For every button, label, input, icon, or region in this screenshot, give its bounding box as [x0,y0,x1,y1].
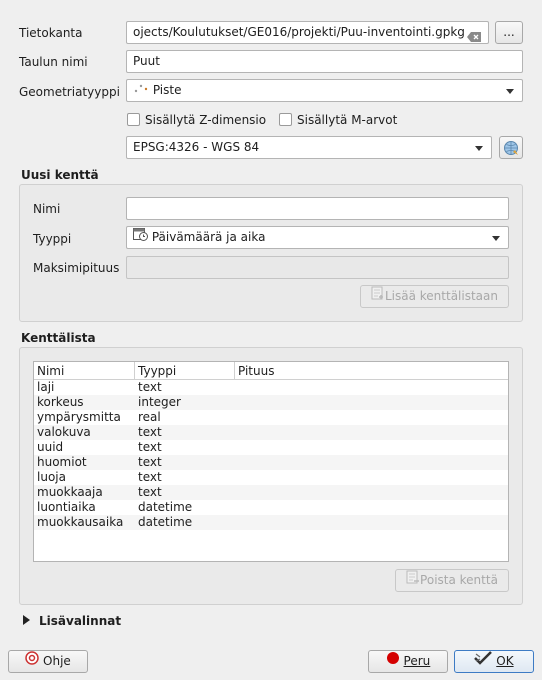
database-path-value: ojects/Koulutukset/GE016/projekti/Puu-in… [133,25,465,39]
cell-name: korkeus [37,395,84,409]
new-field-title: Uusi kenttä [21,168,99,182]
field-type-label: Tyyppi [33,232,72,246]
cell-type: text [138,470,162,484]
crs-value: EPSG:4326 - WGS 84 [133,140,260,154]
table-row[interactable]: valokuva text [34,425,508,440]
advanced-options-label: Lisävalinnat [39,614,122,628]
table-row[interactable]: muokkausaika datetime [34,515,508,530]
table-row[interactable]: uuid text [34,440,508,455]
ok-button[interactable]: OK [454,650,534,673]
chevron-down-icon [506,89,514,94]
help-icon [25,651,39,672]
cell-name: valokuva [37,425,91,439]
geometry-type-combo[interactable]: Piste [126,79,523,102]
include-z-label: Sisällytä Z-dimensio [145,113,267,127]
table-row[interactable]: ympärysmitta real [34,410,508,425]
cancel-label: Peru [403,654,431,668]
table-name-input[interactable]: Puut [126,50,523,73]
crs-selector-button[interactable] [499,136,523,159]
remove-field-icon [406,570,420,591]
table-name-label: Taulun nimi [19,55,88,69]
add-to-field-list-label: Lisää kenttälistaan [384,289,498,303]
database-path-input[interactable]: ojects/Koulutukset/GE016/projekti/Puu-in… [126,21,489,44]
geometry-type-label: Geometriatyyppi [19,85,120,99]
cell-type: text [138,485,162,499]
cancel-button[interactable]: Peru [368,650,448,673]
remove-field-label: Poista kenttä [420,573,498,587]
calendar-clock-icon [133,227,148,248]
cell-name: ympärysmitta [37,410,121,424]
cell-type: text [138,455,162,469]
cell-type: datetime [138,500,193,514]
chevron-down-icon [492,236,500,241]
table-header: Nimi Tyyppi Pituus [34,362,508,380]
field-name-label: Nimi [33,202,61,216]
cell-name: luontiaika [37,500,96,514]
advanced-options-toggle[interactable]: Lisävalinnat [22,614,121,629]
help-button[interactable]: Ohje [8,650,88,673]
cell-type: text [138,425,162,439]
add-to-field-list-button[interactable]: Lisää kenttälistaan [360,285,509,308]
field-type-combo[interactable]: Päivämäärä ja aika [126,226,509,249]
field-list-title: Kenttälista [21,331,96,345]
include-m-label: Sisällytä M-arvot [297,113,398,127]
ok-label: OK [496,654,514,668]
crs-selector-icon [503,140,519,163]
database-label: Tietokanta [19,26,83,40]
chevron-down-icon [475,146,483,151]
field-list-table[interactable]: Nimi Tyyppi Pituus laji text korkeus intege… [33,361,509,562]
table-row[interactable]: luoja text [34,470,508,485]
field-name-input[interactable] [126,197,509,220]
cell-name: muokkaaja [37,485,103,499]
ok-check-icon [474,651,493,672]
crs-combo[interactable]: EPSG:4326 - WGS 84 [126,136,492,159]
point-geometry-icon [133,80,149,101]
column-header-length[interactable]: Pituus [235,362,510,380]
cell-type: real [138,410,161,424]
cancel-icon [386,651,400,672]
cell-name: uuid [37,440,64,454]
table-row[interactable]: huomiot text [34,455,508,470]
remove-field-button[interactable]: Poista kenttä [395,569,509,592]
cell-type: datetime [138,515,193,529]
cell-name: muokkausaika [37,515,124,529]
max-length-label: Maksimipituus [33,261,120,275]
cell-type: text [138,380,162,394]
cell-name: laji [37,380,55,394]
help-label: Ohje [43,654,71,668]
include-z-checkbox[interactable] [127,113,140,126]
clear-text-icon[interactable] [467,28,481,43]
include-m-checkbox[interactable] [279,113,292,126]
column-header-name[interactable]: Nimi [34,362,135,380]
field-type-value: Päivämäärä ja aika [151,230,266,244]
max-length-input[interactable] [126,256,509,279]
browse-button[interactable]: ... [495,21,523,44]
cell-type: integer [138,395,181,409]
table-row[interactable]: muokkaaja text [34,485,508,500]
column-header-type[interactable]: Tyyppi [135,362,235,380]
add-field-icon [371,286,385,307]
table-row[interactable]: laji text [34,380,508,395]
expand-arrow-icon [22,614,31,629]
table-row[interactable]: luontiaika datetime [34,500,508,515]
table-row[interactable]: korkeus integer [34,395,508,410]
cell-name: luoja [37,470,66,484]
cell-type: text [138,440,162,454]
geometry-type-value: Piste [152,83,182,97]
cell-name: huomiot [37,455,87,469]
